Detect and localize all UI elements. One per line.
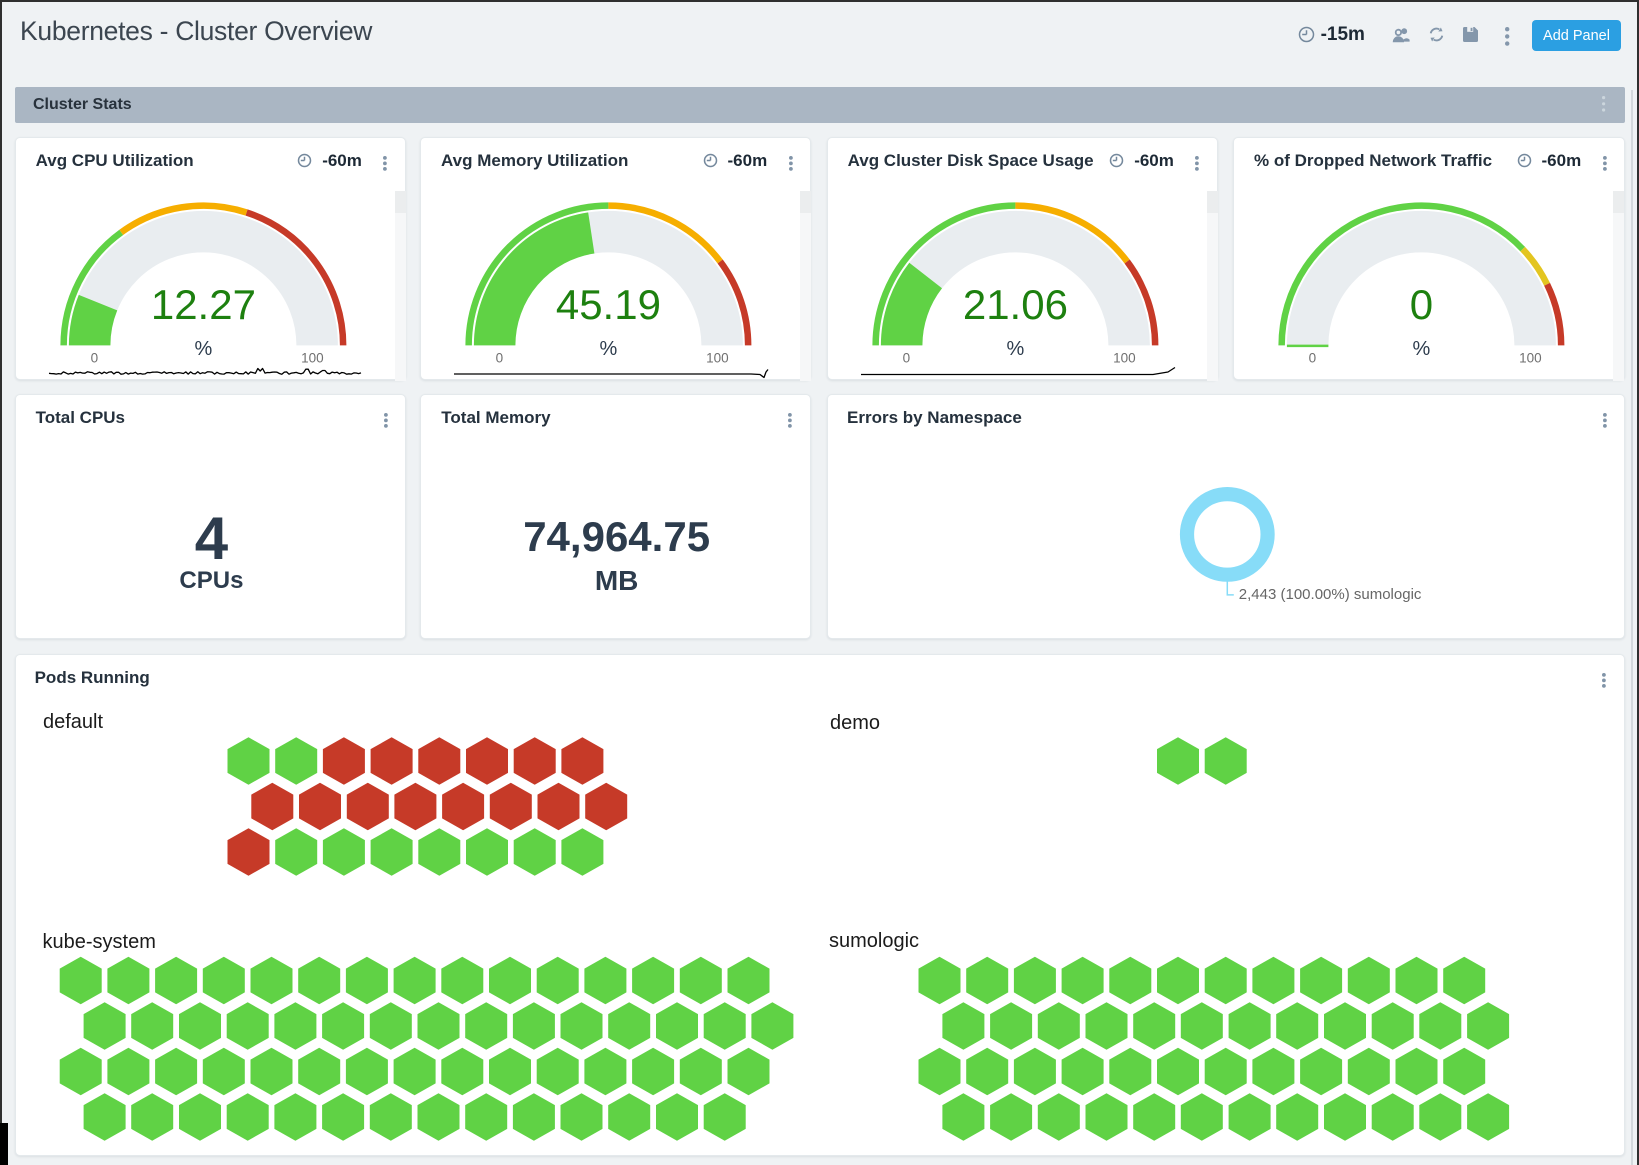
svg-text:0: 0 xyxy=(90,351,98,366)
svg-text:12.27: 12.27 xyxy=(150,281,255,328)
svg-text:%: % xyxy=(194,338,212,360)
svg-text:45.19: 45.19 xyxy=(556,281,661,328)
svg-text:0: 0 xyxy=(902,351,910,366)
svg-text:2,443 (100.00%) sumologic: 2,443 (100.00%) sumologic xyxy=(1239,587,1422,604)
svg-text:%: % xyxy=(600,338,618,360)
svg-text:%: % xyxy=(1006,338,1024,360)
svg-text:100: 100 xyxy=(1113,351,1136,366)
svg-text:100: 100 xyxy=(301,351,324,366)
svg-text:100: 100 xyxy=(1519,351,1542,366)
svg-text:0: 0 xyxy=(1410,281,1433,328)
svg-text:100: 100 xyxy=(706,351,729,366)
svg-text:21.06: 21.06 xyxy=(962,281,1067,328)
svg-text:0: 0 xyxy=(496,351,504,366)
svg-text:%: % xyxy=(1413,338,1431,360)
svg-text:0: 0 xyxy=(1309,351,1317,366)
